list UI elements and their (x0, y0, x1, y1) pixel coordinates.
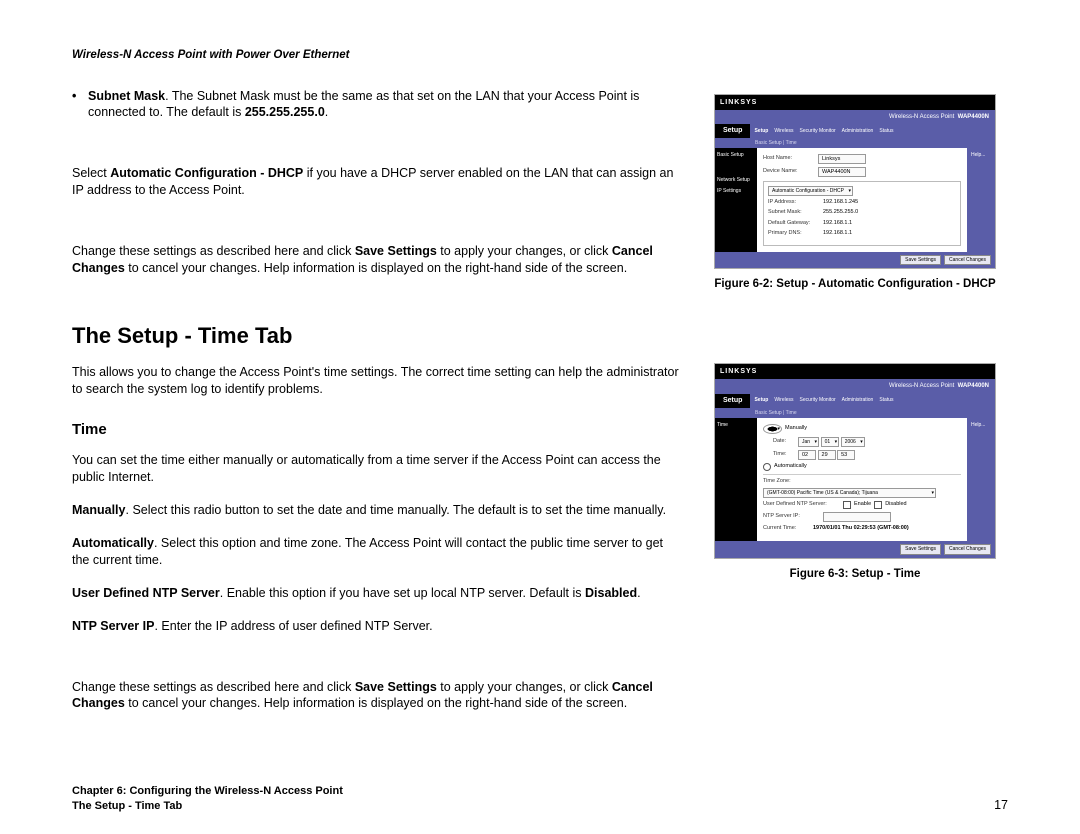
para-select-dhcp: Select Automatic Configuration - DHCP if… (72, 165, 682, 199)
footer-section: The Setup - Time Tab (72, 799, 343, 814)
para-automatically: Automatically. Select this option and ti… (72, 535, 682, 569)
page-header: Wireless-N Access Point with Power Over … (72, 48, 1008, 64)
para-time-desc: You can set the time either manually or … (72, 452, 682, 486)
page-footer: Chapter 6: Configuring the Wireless-N Ac… (72, 784, 1008, 814)
bullet-subnet-mask: • Subnet Mask. The Subnet Mask must be t… (72, 88, 682, 122)
main-text-column: • Subnet Mask. The Subnet Mask must be t… (72, 88, 702, 729)
figure-6-3-screenshot: LINKSYS Wireless-N Access Point WAP4400N… (714, 363, 996, 559)
para-ntp-server-ip: NTP Server IP. Enter the IP address of u… (72, 618, 682, 635)
brand-bar: LINKSYS (715, 364, 995, 379)
figure-6-2-caption: Figure 6-2: Setup - Automatic Configurat… (702, 277, 1008, 293)
para-manually: Manually. Select this radio button to se… (72, 502, 682, 519)
heading-setup-time-tab: The Setup - Time Tab (72, 321, 682, 351)
para-ntp-server: User Defined NTP Server. Enable this opt… (72, 585, 682, 602)
page-number: 17 (994, 797, 1008, 814)
subnet-mask-label: Subnet Mask (88, 89, 165, 103)
heading-time: Time (72, 420, 682, 440)
banner: Wireless-N Access Point WAP4400N (715, 110, 995, 124)
tab-setup: Setup (715, 124, 750, 138)
para-save-settings-2: Change these settings as described here … (72, 679, 682, 713)
figure-6-3-caption: Figure 6-3: Setup - Time (702, 567, 1008, 583)
footer-chapter: Chapter 6: Configuring the Wireless-N Ac… (72, 784, 343, 799)
figure-6-2-screenshot: LINKSYS Wireless-N Access Point WAP4400N… (714, 94, 996, 270)
brand-bar: LINKSYS (715, 95, 995, 110)
para-time-intro: This allows you to change the Access Poi… (72, 364, 682, 398)
banner: Wireless-N Access Point WAP4400N (715, 379, 995, 393)
figure-column: LINKSYS Wireless-N Access Point WAP4400N… (702, 88, 1008, 583)
para-save-settings-1: Change these settings as described here … (72, 243, 682, 277)
tab-setup: Setup (715, 394, 750, 408)
